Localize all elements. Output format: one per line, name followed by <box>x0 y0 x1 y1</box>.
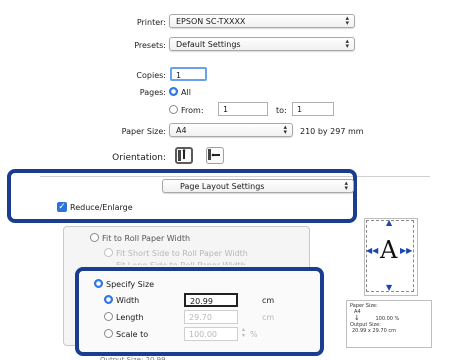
paper-size-value: A4 <box>176 126 187 135</box>
scale-label: Scale to <box>116 330 149 339</box>
preview-glyph: A <box>380 236 398 264</box>
bottom-cutoff-text: Output Size: 20.99 <box>100 356 166 360</box>
reduce-enlarge-checkbox[interactable]: ✓ <box>57 202 67 212</box>
specify-size-radio[interactable] <box>94 279 103 288</box>
scale-stepper-icon[interactable]: ▴ ▾ <box>242 327 245 339</box>
presets-label: Presets: <box>134 41 166 50</box>
popup-arrows-icon: ▴ ▾ <box>344 179 348 192</box>
popup-arrows-icon: ▴ ▾ <box>345 14 349 27</box>
paper-size-popup[interactable]: A4 ▴ ▾ <box>169 123 293 137</box>
pages-from-radio[interactable] <box>169 105 178 114</box>
width-radio[interactable] <box>104 295 113 304</box>
paper-size-dimension: 210 by 297 mm <box>300 127 364 136</box>
scale-field[interactable]: 100.00 <box>184 327 238 341</box>
pages-all-radio[interactable] <box>169 87 178 96</box>
pages-from-field[interactable]: 1 <box>218 102 268 116</box>
paper-size-label: Paper Size: <box>121 127 166 136</box>
panel-menu-value: Page Layout Settings <box>180 182 265 191</box>
width-field[interactable]: 20.99 <box>184 293 238 307</box>
scale-unit: % <box>250 330 258 339</box>
width-label: Width <box>116 296 140 305</box>
orientation-landscape-button[interactable] <box>206 147 224 164</box>
fit-short-radio[interactable] <box>104 248 113 257</box>
portrait-icon <box>178 149 186 161</box>
copies-label: Copies: <box>136 71 166 80</box>
pages-label: Pages: <box>139 88 166 97</box>
specify-size-label: Specify Size <box>106 280 155 289</box>
printer-popup[interactable]: EPSON SC-TXXXX ▴ ▾ <box>169 14 355 28</box>
arrow-left-icon: ◀◀ <box>366 246 379 255</box>
fit-long-label: Fit Long Side to Roll Paper Width <box>116 261 246 265</box>
copies-field[interactable]: 1 <box>170 67 207 81</box>
orientation-label: Orientation: <box>112 153 166 163</box>
orientation-portrait-button[interactable] <box>175 147 193 164</box>
highlight-frame-panel <box>7 169 357 223</box>
pages-from-label: From: <box>181 106 204 115</box>
landscape-icon <box>208 149 220 160</box>
preview-info-box: Paper Size: A4 ↓ 100.00 % Output Size: 2… <box>346 300 432 348</box>
reduce-enlarge-label: Reduce/Enlarge <box>70 203 133 212</box>
pages-to-field[interactable]: 1 <box>292 102 334 116</box>
length-unit: cm <box>262 313 275 322</box>
fit-roll-radio[interactable] <box>90 233 99 242</box>
presets-value: Default Settings <box>176 40 241 49</box>
pages-all-label: All <box>181 88 191 97</box>
arrow-down-icon: ▼ <box>386 283 393 292</box>
info-output-value: 20.99 x 29.70 cm <box>352 328 396 334</box>
arrow-right-icon: ▶▶ <box>400 246 413 255</box>
popup-arrows-icon: ▴ ▾ <box>283 123 287 136</box>
pages-to-label: to: <box>276 106 287 115</box>
presets-popup[interactable]: Default Settings ▴ ▾ <box>169 37 355 51</box>
scale-radio[interactable] <box>104 329 113 338</box>
length-radio[interactable] <box>104 312 113 321</box>
length-field[interactable]: 29.70 <box>184 310 238 324</box>
panel-menu-popup[interactable]: Page Layout Settings ▴ ▾ <box>162 179 354 193</box>
fit-short-label: Fit Short Side to Roll Paper Width <box>116 249 248 258</box>
arrow-up-icon: ▲ <box>386 218 393 227</box>
length-label: Length <box>116 313 144 322</box>
printer-value: EPSON SC-TXXXX <box>176 17 246 26</box>
info-down-arrow-icon: ↓ <box>354 314 360 322</box>
popup-arrows-icon: ▴ ▾ <box>345 37 349 50</box>
width-unit: cm <box>262 296 275 305</box>
fit-roll-label: Fit to Roll Paper Width <box>102 234 191 243</box>
printer-label: Printer: <box>136 18 166 27</box>
